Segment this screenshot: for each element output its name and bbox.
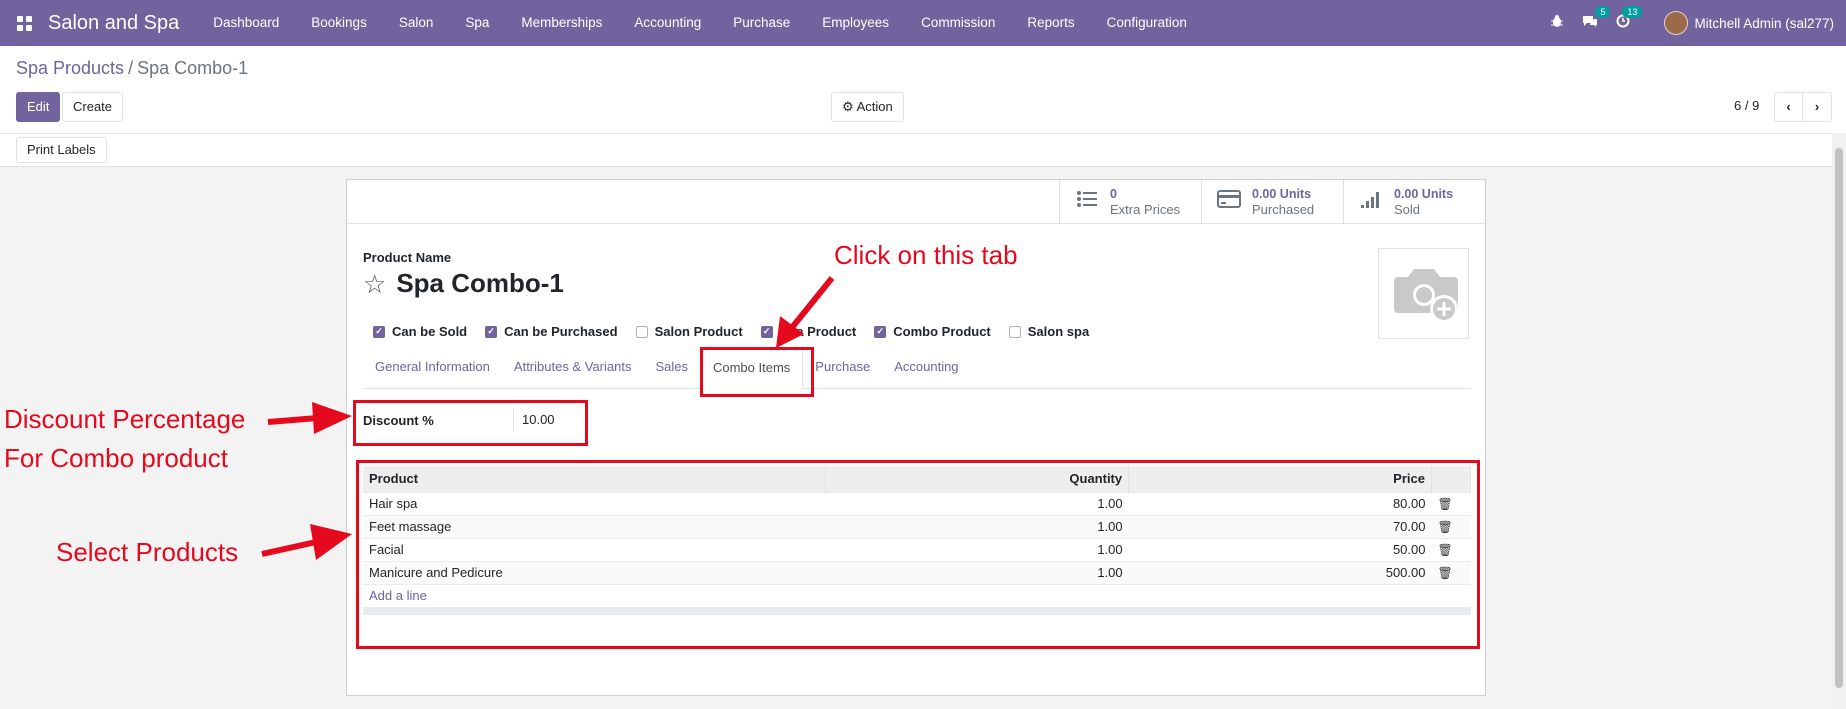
annotation-discount-highlight — [353, 400, 588, 446]
extra-prices-button[interactable]: 0 Extra Prices — [1059, 180, 1201, 223]
pager-previous-button[interactable]: ‹ — [1774, 92, 1803, 122]
menu-accounting[interactable]: Accounting — [618, 0, 717, 46]
annotation-click-tab: Click on this tab — [834, 240, 1018, 270]
edit-button[interactable]: Edit — [16, 92, 61, 122]
list-icon — [1074, 189, 1100, 215]
breadcrumb-parent[interactable]: Spa Products — [16, 58, 124, 78]
credit-card-icon — [1216, 189, 1242, 214]
product-image[interactable] — [1378, 248, 1469, 339]
menu-employees[interactable]: Employees — [806, 0, 905, 46]
can-be-purchased-checkbox[interactable]: ✓ Can be Purchased — [485, 324, 618, 339]
signal-icon — [1358, 189, 1384, 215]
menu-reports[interactable]: Reports — [1011, 0, 1090, 46]
product-name-label: Product Name — [363, 250, 452, 265]
breadcrumb-separator: / — [128, 58, 134, 78]
star-icon[interactable]: ☆ — [363, 271, 386, 297]
combo-product-checkbox[interactable]: ✓ Combo Product — [874, 324, 991, 339]
purchased-button[interactable]: 0.00 Units Purchased — [1201, 180, 1343, 223]
annotation-select-products: Select Products — [56, 537, 239, 567]
menu-memberships[interactable]: Memberships — [505, 0, 618, 46]
pager-buttons: ‹ › — [1774, 92, 1832, 122]
extra-prices-label: Extra Prices — [1110, 201, 1181, 217]
menu-spa[interactable]: Spa — [449, 0, 505, 46]
user-name: Mitchell Admin (sal277) — [1694, 15, 1834, 31]
product-flags: ✓ Can be Sold ✓ Can be Purchased Salon Pro… — [373, 324, 1089, 339]
salon-spa-label: Salon spa — [1027, 324, 1090, 339]
gear-icon: ⚙ — [842, 99, 854, 114]
checkbox-checked-icon: ✓ — [373, 325, 385, 338]
checkbox-checked-icon: ✓ — [874, 325, 887, 338]
extra-prices-value: 0 — [1110, 186, 1117, 201]
create-button[interactable]: Create — [62, 92, 124, 122]
action-button[interactable]: ⚙ Action — [831, 92, 904, 122]
menu-configuration[interactable]: Configuration — [1091, 0, 1203, 46]
annotation-arrow-tab — [776, 276, 835, 348]
control-panel: Spa Products / Spa Combo-1 Edit Create ⚙ A… — [0, 46, 1846, 133]
action-label: Action — [856, 99, 893, 114]
title-row: ☆ Spa Combo-1 — [363, 268, 564, 299]
notebook-tabs: General Information Attributes & Variant… — [363, 347, 1471, 389]
messages-icon[interactable]: 5 — [1582, 6, 1611, 32]
annotation-arrow-products — [261, 524, 352, 560]
tab-purchase[interactable]: Purchase — [803, 347, 882, 389]
annotation-table-highlight — [356, 460, 1480, 649]
tab-attributes-variants[interactable]: Attributes & Variants — [502, 347, 644, 389]
annotation-discount-line2: For Combo product — [4, 443, 228, 473]
camera-plus-icon — [1393, 268, 1458, 323]
pager-value[interactable]: 6 / 9 — [1734, 98, 1759, 113]
avatar — [1664, 11, 1689, 35]
menu-purchase[interactable]: Purchase — [717, 0, 806, 46]
annotation-arrow-discount — [267, 402, 352, 434]
purchased-value: 0.00 Units — [1252, 186, 1312, 201]
page-scrollbar[interactable] — [1832, 133, 1846, 709]
top-navbar: Salon and Spa Dashboard Bookings Salon S… — [0, 0, 1846, 46]
annotation-tab-highlight — [700, 347, 814, 397]
checkbox-unchecked-icon — [1008, 325, 1021, 338]
menu-dashboard[interactable]: Dashboard — [197, 0, 295, 46]
pager-next-button[interactable]: › — [1803, 92, 1832, 122]
activities-badge: 13 — [1622, 6, 1643, 18]
scrollbar-thumb[interactable] — [1835, 148, 1843, 688]
form-statusbar: Print Labels — [0, 133, 1846, 167]
messages-badge: 5 — [1595, 6, 1611, 18]
can-be-purchased-label: Can be Purchased — [504, 324, 618, 339]
checkbox-unchecked-icon — [635, 325, 648, 338]
salon-product-checkbox[interactable]: Salon Product — [635, 324, 743, 339]
salon-spa-checkbox[interactable]: Salon spa — [1008, 324, 1090, 339]
smart-button-box: 0 Extra Prices 0.00 Units Purchased 0.00 U… — [347, 180, 1485, 224]
sold-label: Sold — [1394, 201, 1421, 217]
print-labels-button[interactable]: Print Labels — [16, 137, 107, 163]
menu-salon[interactable]: Salon — [383, 0, 450, 46]
sold-value: 0.00 Units — [1394, 186, 1454, 201]
tab-accounting[interactable]: Accounting — [882, 347, 970, 389]
bug-icon[interactable] — [1550, 14, 1564, 32]
checkbox-checked-icon: ✓ — [485, 325, 498, 338]
tab-sales[interactable]: Sales — [643, 347, 700, 389]
annotation-discount-line1: Discount Percentage — [4, 404, 246, 434]
combo-product-label: Combo Product — [893, 324, 991, 339]
user-menu[interactable]: Mitchell Admin (sal277) — [1664, 11, 1834, 35]
app-brand[interactable]: Salon and Spa — [48, 12, 179, 35]
purchased-label: Purchased — [1252, 201, 1315, 217]
breadcrumb-current: Spa Combo-1 — [137, 58, 249, 78]
chevron-right-icon: › — [1814, 99, 1820, 114]
can-be-sold-label: Can be Sold — [392, 324, 468, 339]
tab-general-information[interactable]: General Information — [363, 347, 502, 389]
menu-bookings[interactable]: Bookings — [295, 0, 383, 46]
menu-commission[interactable]: Commission — [905, 0, 1011, 46]
activity-clock-icon[interactable]: 13 — [1616, 6, 1643, 32]
chevron-left-icon: ‹ — [1786, 99, 1791, 114]
sold-button[interactable]: 0.00 Units Sold — [1343, 180, 1485, 223]
can-be-sold-checkbox[interactable]: ✓ Can be Sold — [373, 324, 467, 339]
main-menu: Dashboard Bookings Salon Spa Memberships… — [197, 0, 1203, 46]
apps-menu-icon[interactable] — [0, 0, 48, 46]
systray: 5 13 Mitchell Admin (sal277) — [1550, 0, 1834, 46]
product-name[interactable]: Spa Combo-1 — [396, 268, 564, 299]
breadcrumb: Spa Products / Spa Combo-1 — [16, 58, 248, 79]
salon-product-label: Salon Product — [654, 324, 743, 339]
